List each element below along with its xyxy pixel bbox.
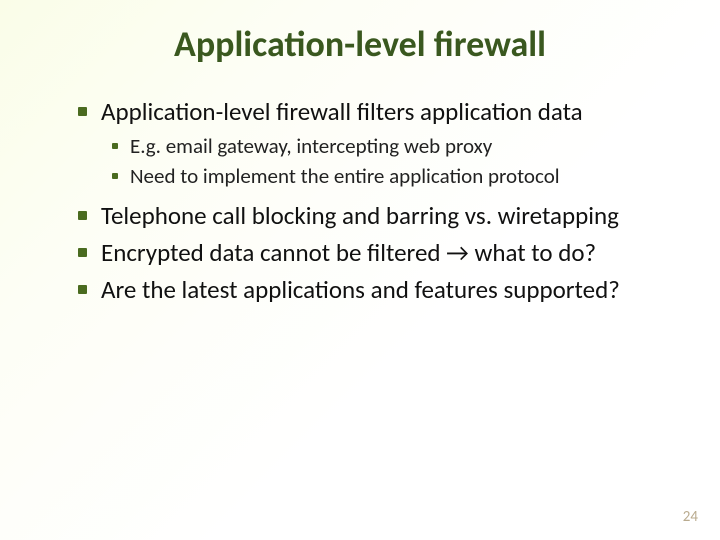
list-item: E.g. email gateway, intercepting web pro… [112,133,680,160]
bullet-icon [78,248,87,257]
bullet-icon [78,285,87,294]
sublist: E.g. email gateway, intercepting web pro… [78,133,680,190]
bullet-icon [78,211,87,220]
list-item: Are the latest applications and features… [78,274,680,305]
bullet-icon [112,143,118,149]
list-item: Telephone call blocking and barring vs. … [78,200,680,231]
list-item-text: Encrypted data cannot be filtered → what… [101,237,596,268]
bullet-icon [112,173,118,179]
slide-title: Application-level firewall [0,22,720,66]
list-item-text: Telephone call blocking and barring vs. … [101,200,619,231]
list-item-text: Are the latest applications and features… [101,274,620,305]
slide-content: Application-level firewall filters appli… [78,96,680,312]
bullet-icon [78,107,87,116]
list-item-text: Need to implement the entire application… [130,163,560,190]
page-number: 24 [683,508,698,526]
list-item-text: E.g. email gateway, intercepting web pro… [130,133,492,160]
list-item: Need to implement the entire application… [112,163,680,190]
list-item: Application-level firewall filters appli… [78,96,680,127]
slide: Application-level firewall Application-l… [0,0,720,540]
list-item-text: Application-level firewall filters appli… [101,96,583,127]
list-item: Encrypted data cannot be filtered → what… [78,237,680,268]
